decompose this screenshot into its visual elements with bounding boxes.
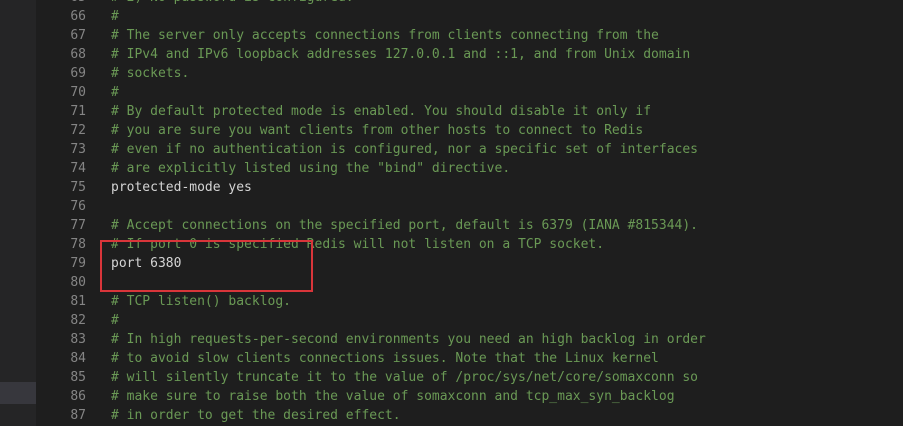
comment-text: # In high requests-per-second environmen… [111,332,706,347]
comment-text: # TCP listen() backlog. [111,294,292,309]
comment-text: # make sure to raise both the value of s… [111,389,675,404]
comment-text: # Accept connections on the specified po… [111,218,698,233]
line-number: 72 [70,123,86,138]
code-line[interactable]: 85 # will silently truncate it to the val… [36,368,903,387]
code-line[interactable]: 87 # in order to get the desired effect. [36,406,903,425]
comment-text: # even if no authentication is configure… [111,142,698,157]
line-number: 74 [70,161,86,176]
code-line[interactable]: 77 # Accept connections on the specified … [36,216,903,235]
code-line[interactable]: 79 port 6380 [36,254,903,273]
code-line[interactable]: 72 # you are sure you want clients from o… [36,121,903,140]
comment-text: # sockets. [111,66,190,81]
comment-text: # will silently truncate it to the value… [111,370,698,385]
line-number: 76 [70,199,86,214]
code-line[interactable]: 75 protected-mode yes [36,178,903,197]
line-number: 78 [70,237,86,252]
line-number: 73 [70,142,86,157]
line-number: 71 [70,104,86,119]
line-number: 68 [70,47,86,62]
code-line[interactable]: 76 [36,197,903,216]
code-line[interactable]: 65 # 2) No password is configured. [36,0,903,7]
comment-text: # IPv4 and IPv6 loopback addresses 127.0… [111,47,691,62]
line-number: 87 [70,408,86,423]
line-number: 70 [70,85,86,100]
line-number: 82 [70,313,86,328]
comment-text: # [111,85,119,100]
line-number: 69 [70,66,86,81]
line-number: 83 [70,332,86,347]
comment-text: # in order to get the desired effect. [111,408,401,423]
comment-text: # The server only accepts connections fr… [111,28,659,43]
code-editor: 65 # 2) No password is configured. 66 #67 # … [0,0,903,426]
line-number: 66 [70,9,86,24]
code-line[interactable]: 69 # sockets. [36,64,903,83]
code-area[interactable]: 65 # 2) No password is configured. 66 #67 # … [36,0,903,426]
config-text: protected-mode yes [111,180,252,195]
line-number: 84 [70,351,86,366]
comment-text: # If port 0 is specified Redis will not … [111,237,605,252]
line-number: 86 [70,389,86,404]
code-line[interactable]: 67 # The server only accepts connections … [36,26,903,45]
code-line[interactable]: 84 # to avoid slow clients connections is… [36,349,903,368]
code-lines: 65 # 2) No password is configured. 66 #67 # … [36,0,903,425]
code-line[interactable]: 71 # By default protected mode is enabled… [36,102,903,121]
line-number: 75 [70,180,86,195]
code-line[interactable]: 73 # even if no authentication is configu… [36,140,903,159]
code-line[interactable]: 78 # If port 0 is specified Redis will no… [36,235,903,254]
code-line[interactable]: 80 [36,273,903,292]
line-number: 85 [70,370,86,385]
line-number: 77 [70,218,86,233]
code-line[interactable]: 74 # are explicitly listed using the "bin… [36,159,903,178]
comment-text: # [111,9,119,24]
side-panel-strip [0,0,36,426]
comment-text: # to avoid slow clients connections issu… [111,351,659,366]
config-text: port 6380 [111,256,182,271]
line-number: 80 [70,275,86,290]
comment-text: # you are sure you want clients from oth… [111,123,644,138]
comment-text: # are explicitly listed using the "bind"… [111,161,511,176]
line-number: 79 [70,256,86,271]
code-line[interactable]: 86 # make sure to raise both the value of… [36,387,903,406]
comment-text: # By default protected mode is enabled. … [111,104,652,119]
selected-panel-item[interactable] [0,382,36,404]
line-number: 65 [36,0,86,7]
code-line[interactable]: 81 # TCP listen() backlog. [36,292,903,311]
code-line[interactable]: 66 # [36,7,903,26]
comment-text: # 2) No password is configured. [111,0,354,7]
code-line[interactable]: 70 # [36,83,903,102]
code-line[interactable]: 82 # [36,311,903,330]
comment-text: # [111,313,119,328]
code-line[interactable]: 83 # In high requests-per-second environm… [36,330,903,349]
line-number: 67 [70,28,86,43]
line-number: 81 [70,294,86,309]
code-line[interactable]: 68 # IPv4 and IPv6 loopback addresses 127… [36,45,903,64]
